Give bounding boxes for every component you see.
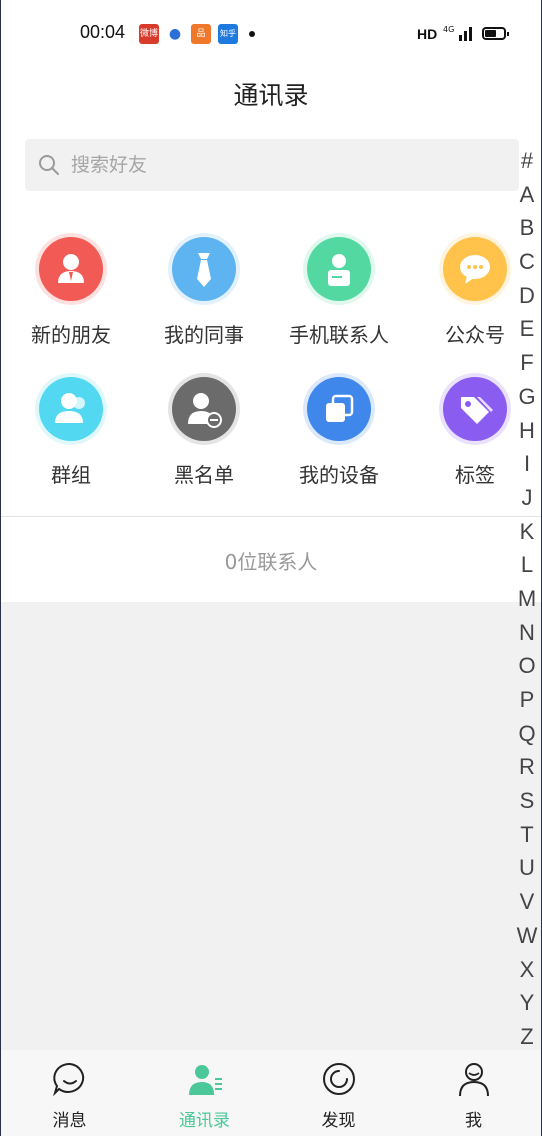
alphabet-index-letter[interactable]: U <box>509 851 542 885</box>
search-input[interactable] <box>71 147 491 183</box>
alphabet-index-letter[interactable]: F <box>509 346 542 380</box>
alphabet-index-letter[interactable]: J <box>509 481 542 515</box>
device-icon <box>307 377 371 441</box>
tab-contacts[interactable]: 通讯录 <box>137 1050 272 1136</box>
battery-icon <box>482 27 509 40</box>
group-icon <box>39 377 103 441</box>
more-notifications-dot <box>249 31 255 37</box>
alphabet-index-letter[interactable]: Q <box>509 717 542 751</box>
phone-contact-icon <box>307 237 371 301</box>
alphabet-index-letter[interactable]: L <box>509 548 542 582</box>
my-devices-label: 我的设备 <box>299 463 379 487</box>
blacklist-icon <box>172 377 236 441</box>
store-notification-icon: 品 <box>191 24 211 44</box>
alphabet-index-letter[interactable]: V <box>509 885 542 919</box>
alphabet-index-letter[interactable]: O <box>509 649 542 683</box>
alphabet-index-letter[interactable]: Y <box>509 986 542 1020</box>
hd-indicator: HD <box>417 26 438 42</box>
blacklist-entry[interactable]: 黑名单 <box>134 377 274 507</box>
signal-icon: 4G <box>443 25 472 41</box>
alphabet-index-letter[interactable]: I <box>509 447 542 481</box>
tab-discover[interactable]: 发现 <box>271 1050 406 1136</box>
search-icon <box>39 155 59 175</box>
contacts-icon <box>189 1065 222 1095</box>
alphabet-index[interactable]: # A B C D E F G H I J K L M N O P Q R S T U V W X Y Z <box>509 144 542 1054</box>
groups-entry[interactable]: 群组 <box>1 377 141 507</box>
tab-messages-label: 消息 <box>52 1111 87 1131</box>
tab-me-label: 我 <box>465 1111 482 1131</box>
alphabet-index-letter[interactable]: M <box>509 582 542 616</box>
tab-messages[interactable]: 消息 <box>2 1050 137 1136</box>
tab-discover-label: 发现 <box>321 1111 356 1131</box>
alphabet-index-letter[interactable]: K <box>509 515 542 549</box>
colleagues-entry[interactable]: 我的同事 <box>134 237 274 367</box>
zhihu-notification-icon: 知乎 <box>218 24 238 44</box>
alphabet-index-letter[interactable]: E <box>509 312 542 346</box>
contact-count: 0位联系人 <box>224 550 318 574</box>
phone-contacts-entry[interactable]: 手机联系人 <box>269 237 409 367</box>
discover-icon <box>323 1063 355 1095</box>
baidu-notification-icon: ● <box>165 24 185 44</box>
alphabet-index-letter[interactable]: W <box>509 919 542 953</box>
alphabet-index-letter[interactable]: H <box>509 414 542 448</box>
weibo-notification-icon: 微博 <box>139 24 159 44</box>
alphabet-index-letter[interactable]: D <box>509 279 542 313</box>
alphabet-index-letter[interactable]: R <box>509 750 542 784</box>
new-friends-label: 新的朋友 <box>31 323 111 347</box>
chat-bubble-icon <box>443 237 507 301</box>
alphabet-index-letter[interactable]: T <box>509 818 542 852</box>
my-devices-entry[interactable]: 我的设备 <box>269 377 409 507</box>
alphabet-index-letter[interactable]: G <box>509 380 542 414</box>
new-friends-entry[interactable]: 新的朋友 <box>1 237 141 367</box>
search-bar[interactable] <box>25 139 519 191</box>
alphabet-index-letter[interactable]: S <box>509 784 542 818</box>
alphabet-index-letter[interactable]: # <box>509 144 542 178</box>
profile-icon <box>459 1063 489 1097</box>
page-title: 通讯录 <box>233 81 309 110</box>
colleagues-label: 我的同事 <box>164 323 244 347</box>
tie-icon <box>172 237 236 301</box>
network-type-label: 4G <box>443 25 454 34</box>
groups-label: 群组 <box>51 463 91 487</box>
tag-icon <box>443 377 507 441</box>
alphabet-index-letter[interactable]: A <box>509 178 542 212</box>
message-icon <box>52 1062 85 1097</box>
alphabet-index-letter[interactable]: C <box>509 245 542 279</box>
status-bar: 00:04 微博 ● 品 知乎 HD 4G <box>1 0 541 66</box>
phone-contacts-label: 手机联系人 <box>289 323 389 347</box>
divider <box>1 516 541 517</box>
tab-contacts-label: 通讯录 <box>179 1111 230 1131</box>
alphabet-index-letter[interactable]: B <box>509 211 542 245</box>
blacklist-label: 黑名单 <box>174 463 234 487</box>
tab-me[interactable]: 我 <box>406 1050 541 1136</box>
alphabet-index-letter[interactable]: N <box>509 616 542 650</box>
alphabet-index-letter[interactable]: P <box>509 683 542 717</box>
alphabet-index-letter[interactable]: X <box>509 953 542 987</box>
new-friend-icon <box>39 237 103 301</box>
bottom-tab-bar: 消息 通讯录 发现 我 <box>1 1050 541 1136</box>
alphabet-index-letter[interactable]: Z <box>509 1020 542 1054</box>
status-time: 00:04 <box>80 22 126 42</box>
